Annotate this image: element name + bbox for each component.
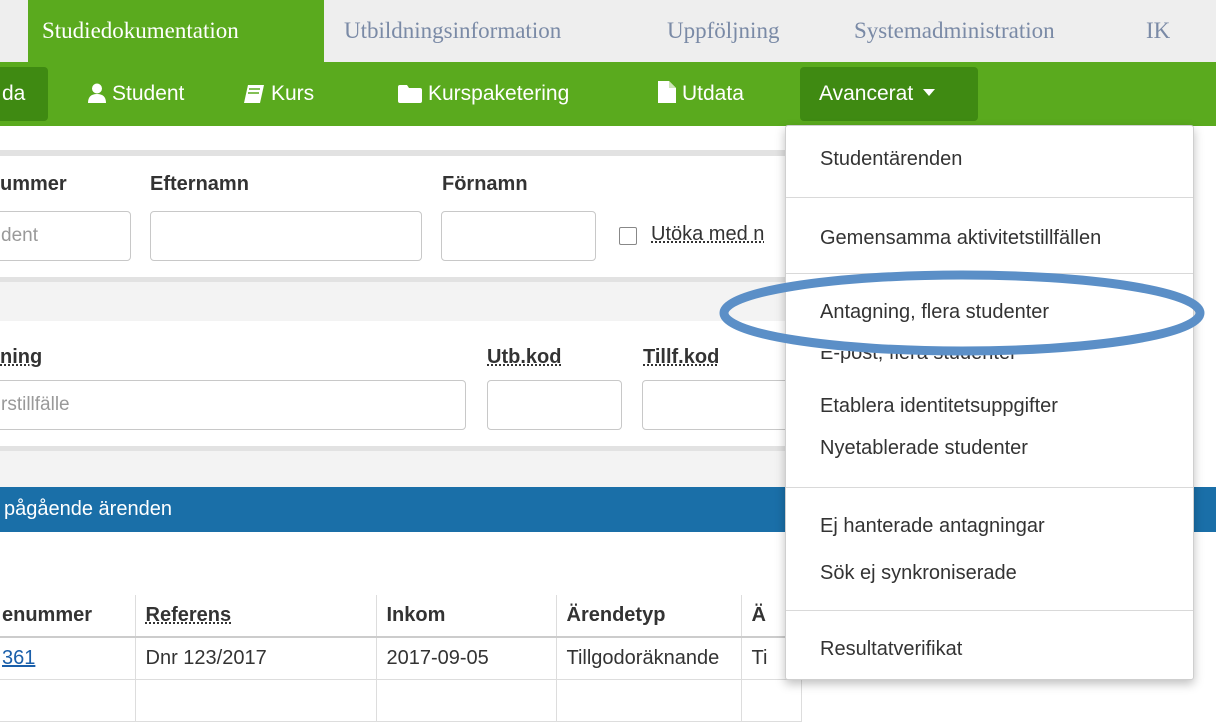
nav-utdata[interactable]: Utdata (658, 62, 744, 126)
menu-divider (786, 610, 1193, 611)
utbkod-input[interactable] (487, 380, 622, 430)
user-icon (88, 83, 106, 103)
nav-student[interactable]: Student (88, 62, 184, 126)
nav-student-label: Student (112, 82, 185, 105)
nav-kurs[interactable]: Kurs (243, 62, 314, 126)
tab-studiedokumentation[interactable]: Studiedokumentation (28, 0, 324, 62)
nav-cut-button[interactable]: da (0, 67, 48, 121)
tab-uppfoljning[interactable]: Uppföljning (667, 0, 779, 62)
tillfkod-input[interactable] (642, 380, 792, 430)
col-referens[interactable]: Referens (135, 595, 377, 638)
cell-empty (556, 679, 742, 722)
menu-item-gemensamma-aktivitetstillfallen[interactable]: Gemensamma aktivitetstillfällen (820, 227, 1101, 250)
panel-top-border (0, 150, 790, 156)
book-icon (244, 85, 264, 103)
tab-utbildningsinformation[interactable]: Utbildningsinformation (344, 0, 561, 62)
menu-item-etablera-identitetsuppgifter[interactable]: Etablera identitetsuppgifter (820, 395, 1058, 418)
cell-empty (0, 679, 136, 722)
menu-divider (786, 197, 1193, 198)
fornamn-input[interactable] (441, 211, 596, 261)
label-utbkod: Utb.kod (487, 346, 562, 368)
tab-systemadministration[interactable]: Systemadministration (854, 0, 1055, 62)
nav-avancerat-dropdown[interactable]: Avancerat (800, 67, 978, 121)
cases-table: enummer Referens Inkom Ärendetyp Ä 361 D… (0, 595, 802, 722)
col-arendetyp[interactable]: Ärendetyp (556, 595, 742, 638)
col-inkom[interactable]: Inkom (376, 595, 557, 638)
col-referens-label: Referens (145, 604, 232, 626)
nav-kurspaketering-label: Kurspaketering (428, 82, 570, 105)
menu-item-nyetablerade-studenter[interactable]: Nyetablerade studenter (820, 437, 1028, 460)
menu-item-ej-hanterade-antagningar[interactable]: Ej hanterade antagningar (820, 515, 1045, 538)
panel-separator (0, 277, 790, 321)
cell-inkom: 2017-09-05 (376, 637, 557, 680)
module-tab-bar: Studiedokumentation Utbildningsinformati… (0, 0, 1216, 62)
nav-utdata-label: Utdata (682, 82, 744, 105)
extend-checkbox-label: Utöka med n (651, 223, 765, 245)
label-fornamn: Förnamn (442, 173, 528, 195)
benamning-input[interactable]: rstillfälle (0, 380, 466, 430)
cell-referens: Dnr 123/2017 (135, 637, 377, 680)
menu-divider (786, 487, 1193, 488)
label-tillfkod: Tillf.kod (643, 346, 720, 368)
cell-empty (376, 679, 557, 722)
main-nav: da Student Kurs Kurspaketering Utdata Av… (0, 62, 1216, 126)
nav-kurs-label: Kurs (271, 82, 315, 105)
nav-kurspaketering[interactable]: Kurspaketering (398, 62, 569, 126)
efternamn-input[interactable] (150, 211, 422, 261)
menu-item-studentarenden[interactable]: Studentärenden (820, 148, 962, 171)
highlight-ellipse (719, 270, 1205, 356)
table-header-row: enummer Referens Inkom Ärendetyp Ä (0, 595, 802, 638)
personnummer-input[interactable]: dent (0, 211, 131, 261)
label-benamning: ning (0, 346, 43, 368)
cell-empty (741, 679, 802, 722)
table-row[interactable] (0, 679, 802, 722)
cell-arendetyp: Tillgodoräknande (556, 637, 742, 680)
label-personnummer: ummer (0, 173, 67, 195)
folder-icon (398, 85, 422, 103)
cell-empty (135, 679, 377, 722)
menu-item-resultatverifikat[interactable]: Resultatverifikat (820, 638, 962, 661)
caret-down-icon (923, 89, 936, 96)
extend-checkbox[interactable] (619, 227, 637, 245)
nav-avancerat-label: Avancerat (819, 82, 914, 105)
avancerat-dropdown-menu: Studentärenden Gemensamma aktivitetstill… (785, 125, 1194, 680)
col-arendenummer[interactable]: enummer (0, 595, 136, 638)
label-efternamn: Efternamn (150, 173, 249, 195)
case-link[interactable]: 361 (2, 647, 35, 669)
cell-arendenummer[interactable]: 361 (0, 637, 136, 680)
panel-separator-2 (0, 446, 790, 490)
menu-item-sok-ej-synkroniserade[interactable]: Sök ej synkroniserade (820, 562, 1017, 585)
tab-ik[interactable]: IK (1146, 0, 1170, 62)
table-row[interactable]: 361 Dnr 123/2017 2017-09-05 Tillgodoräkn… (0, 637, 802, 680)
file-icon (658, 81, 676, 103)
